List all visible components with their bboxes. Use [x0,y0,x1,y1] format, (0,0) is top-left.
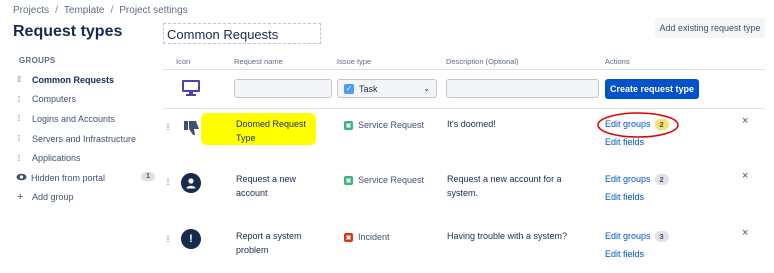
breadcrumb-template[interactable]: Template [64,5,105,16]
service-request-icon: ▣ [344,175,353,185]
service-request-icon: ▣ [344,120,353,130]
divider [163,69,765,70]
issue-type-text: Service Request [358,120,425,130]
table-row: ⁞⁞ Doomed Request Type ▣ Service Request… [0,110,774,162]
thumbs-down-icon [182,118,202,143]
drag-handle-icon[interactable]: ⁞⁞ [166,122,170,132]
request-name-link[interactable]: Report a system problem [236,229,316,257]
issue-type-selected-value: Task [359,83,378,94]
drag-handle-icon[interactable]: ⁞⁞ [17,95,23,104]
edit-fields-link[interactable]: Edit fields [605,249,644,259]
drag-handle-icon[interactable]: ⁞⁞ [166,234,170,244]
incident-icon: ▣ [344,232,353,242]
group-count-badge: 3 [654,230,669,242]
breadcrumb-separator: / [55,5,58,16]
issue-type-label: ▣ Service Request [344,175,424,185]
group-name-field[interactable]: Common Requests [163,23,321,44]
divider [163,108,765,109]
task-icon: ✓ [344,83,354,94]
edit-fields-link[interactable]: Edit fields [605,192,644,202]
drag-handle-icon[interactable]: ⁞⁞ [166,177,170,187]
description-text: Having trouble with a system? [447,231,568,241]
request-name-link[interactable]: Request a new account [236,172,316,200]
close-icon[interactable]: × [742,227,748,239]
group-count-badge: 2 [654,173,669,185]
description-text: Request a new account for a system. [447,174,562,198]
breadcrumb-project-settings[interactable]: Project settings [119,5,187,16]
page-title: Request types [13,23,123,40]
red-circle-annotation [597,112,679,138]
issue-type-text: Service Request [358,175,425,185]
table-row: ⁞⁞ ! Report a system problem ▣ Incident … [0,222,774,273]
column-header-icon: Icon [176,57,191,66]
issue-type-text: Incident [358,232,390,242]
drag-handle-icon[interactable]: ⁞⁞ [17,75,23,84]
close-icon[interactable]: × [742,170,748,182]
monitor-icon[interactable] [181,79,201,97]
add-existing-request-type-button[interactable]: Add existing request type [655,18,765,38]
user-icon [181,173,201,193]
sidebar-item-label: Common Requests [32,74,115,85]
sidebar-item-common-requests[interactable]: ⁞⁞ Common Requests [13,70,155,90]
groups-heading: GROUPS [19,56,56,65]
edit-groups-container: Edit groups 3 [605,229,669,243]
issue-type-label: ▣ Service Request [344,120,424,130]
column-header-actions: Actions [605,57,630,66]
table-row: ⁞⁞ Request a new account ▣ Service Reque… [0,165,774,217]
column-header-description: Description (Optional) [446,57,519,66]
breadcrumb: Projects / Template / Project settings [13,5,188,16]
column-header-request-name: Request name [234,57,283,66]
edit-groups-container: Edit groups 2 [605,172,669,186]
description-input[interactable] [446,79,599,98]
issue-type-label: ▣ Incident [344,232,390,242]
exclamation-icon: ! [181,229,201,249]
close-icon[interactable]: × [742,115,748,127]
request-name-input[interactable] [234,79,332,98]
breadcrumb-separator: / [110,5,114,16]
issue-type-select[interactable]: ✓ Task ⌄ [337,79,437,98]
create-request-type-button[interactable]: Create request type [605,79,699,99]
request-name-link[interactable]: Doomed Request Type [236,117,316,145]
description-text: It's doomed! [447,119,496,129]
edit-groups-link[interactable]: Edit groups [605,231,651,241]
edit-groups-link[interactable]: Edit groups [605,174,651,184]
sidebar-item-computers[interactable]: ⁞⁞ Computers [13,90,155,110]
chevron-down-icon: ⌄ [423,84,430,93]
column-header-issue-type: Issue type [337,57,372,66]
breadcrumb-projects[interactable]: Projects [13,5,49,16]
sidebar-item-label: Computers [32,94,77,105]
